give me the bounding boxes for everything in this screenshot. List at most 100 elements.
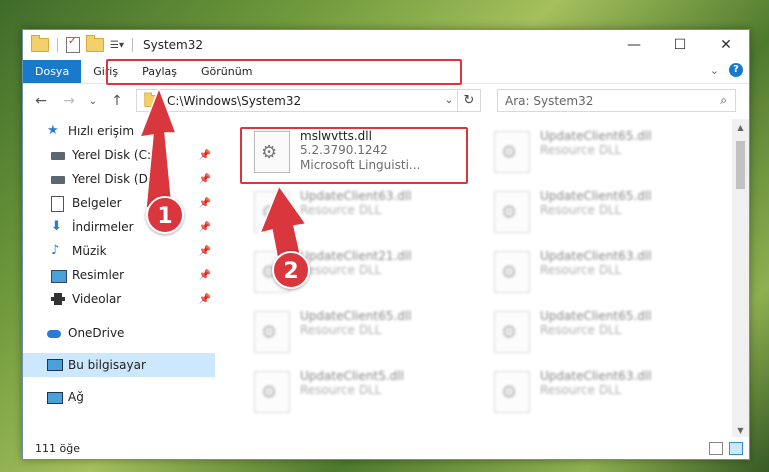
sidebar-item-this-pc[interactable]: Bu bilgisayar bbox=[23, 353, 215, 377]
file-item[interactable]: UpdateClient63.dllResource DLL bbox=[482, 367, 702, 425]
dll-file-icon bbox=[494, 191, 530, 233]
recent-locations-button[interactable]: ⌄ bbox=[83, 96, 103, 107]
vertical-scrollbar[interactable]: ▲ ▼ bbox=[732, 119, 749, 437]
dll-file-icon bbox=[254, 131, 290, 173]
documents-icon bbox=[51, 196, 65, 212]
file-type: Resource DLL bbox=[540, 143, 622, 157]
sidebar-item-label: Bu bilgisayar bbox=[68, 358, 146, 372]
sidebar-item-quick-access[interactable]: ★ Hızlı erişim bbox=[23, 119, 215, 143]
file-description: Microsoft Linguisti... bbox=[300, 158, 421, 172]
tab-view[interactable]: Görünüm bbox=[189, 60, 264, 83]
sidebar-item-documents[interactable]: Belgeler 📌 bbox=[23, 191, 215, 215]
dll-file-icon bbox=[494, 371, 530, 413]
pin-icon[interactable]: 📌 bbox=[199, 150, 211, 161]
file-item[interactable]: UpdateClient65.dllResource DLL bbox=[242, 307, 462, 365]
file-item[interactable]: UpdateClient63.dllResource DLL bbox=[482, 247, 702, 305]
file-item[interactable]: UpdateClient63.dllResource DLL bbox=[242, 187, 462, 245]
toolbar-divider bbox=[131, 38, 133, 52]
view-toggle bbox=[709, 442, 743, 455]
details-view-icon[interactable] bbox=[709, 442, 723, 455]
close-button[interactable]: ✕ bbox=[703, 30, 749, 60]
scroll-down-icon[interactable]: ▼ bbox=[732, 426, 749, 435]
file-item[interactable]: UpdateClient65.dllResource DLL bbox=[482, 187, 702, 245]
pin-icon[interactable]: 📌 bbox=[199, 246, 211, 257]
file-name: UpdateClient21.dll bbox=[300, 249, 412, 263]
sidebar-item-network[interactable]: Ağ bbox=[23, 385, 215, 409]
tab-file[interactable]: Dosya bbox=[23, 60, 82, 83]
file-version: 5.2.3790.1242 bbox=[300, 143, 388, 157]
sidebar-item-label: Yerel Disk (C:) bbox=[72, 148, 156, 162]
sidebar-item-label: Videolar bbox=[72, 292, 122, 306]
pin-icon[interactable]: 📌 bbox=[199, 198, 211, 209]
videos-icon bbox=[51, 292, 65, 306]
file-item[interactable]: UpdateClient65.dllResource DLL bbox=[482, 307, 702, 365]
minimize-button[interactable]: — bbox=[611, 30, 657, 60]
sidebar-item-music[interactable]: ♪ Müzik 📌 bbox=[23, 239, 215, 263]
ribbon-right: ⌄ ? bbox=[710, 63, 743, 77]
pin-icon[interactable]: 📌 bbox=[199, 294, 211, 305]
toolbar-divider bbox=[57, 38, 58, 52]
properties-icon[interactable] bbox=[66, 36, 80, 53]
help-icon[interactable]: ? bbox=[729, 63, 743, 77]
tab-home[interactable]: Giriş bbox=[81, 60, 130, 83]
up-button[interactable]: ↑ bbox=[107, 93, 127, 109]
sidebar-item-disk-c[interactable]: Yerel Disk (C:) 📌 bbox=[23, 143, 215, 167]
explorer-window: ☰▾ System32 — ☐ ✕ Dosya Giriş Paylaş Gör… bbox=[22, 29, 750, 460]
folder-icon bbox=[144, 92, 160, 107]
new-folder-icon[interactable] bbox=[86, 35, 104, 52]
maximize-button[interactable]: ☐ bbox=[657, 30, 703, 60]
file-name: UpdateClient65.dll bbox=[540, 189, 652, 203]
pin-icon[interactable]: 📌 bbox=[199, 270, 211, 281]
refresh-button[interactable]: ↻ bbox=[457, 90, 480, 111]
file-name: UpdateClient5.dll bbox=[300, 369, 404, 383]
sidebar-item-pictures[interactable]: Resimler 📌 bbox=[23, 263, 215, 287]
sidebar-item-label: OneDrive bbox=[68, 326, 125, 340]
sidebar-item-onedrive[interactable]: OneDrive bbox=[23, 321, 215, 345]
address-dropdown-icon[interactable]: ⌄ bbox=[441, 95, 457, 106]
sidebar-item-videos[interactable]: Videolar 📌 bbox=[23, 287, 215, 311]
sidebar-item-disk-d[interactable]: Yerel Disk (D:) 📌 bbox=[23, 167, 215, 191]
file-name: mslwvtts.dll bbox=[300, 129, 372, 143]
file-name: UpdateClient65.dll bbox=[540, 129, 652, 143]
pin-icon[interactable]: 📌 bbox=[199, 222, 211, 233]
item-count: 111 öğe bbox=[35, 441, 80, 455]
tiles-view-icon[interactable] bbox=[729, 442, 743, 455]
pin-icon[interactable]: 📌 bbox=[199, 174, 211, 185]
file-type: Resource DLL bbox=[540, 323, 622, 337]
search-icon[interactable]: ⌕ bbox=[720, 93, 727, 108]
file-type: Resource DLL bbox=[540, 383, 622, 397]
file-item-mslwvtts[interactable]: mslwvtts.dll 5.2.3790.1242 Microsoft Lin… bbox=[242, 127, 462, 185]
file-item[interactable]: UpdateClient5.dllResource DLL bbox=[242, 367, 462, 425]
search-input[interactable]: Ara: System32 bbox=[505, 94, 593, 108]
dll-file-icon bbox=[254, 311, 290, 353]
expand-ribbon-icon[interactable]: ⌄ bbox=[710, 64, 719, 77]
pictures-icon bbox=[51, 268, 67, 283]
address-path[interactable]: C:\Windows\System32 bbox=[167, 94, 441, 108]
file-item[interactable]: UpdateClient65.dllResource DLL bbox=[482, 127, 702, 185]
ribbon-tabs: Dosya Giriş Paylaş Görünüm ⌄ ? bbox=[23, 60, 749, 84]
back-button[interactable]: ← bbox=[31, 93, 51, 109]
scrollbar-thumb[interactable] bbox=[736, 141, 745, 189]
scroll-up-icon[interactable]: ▲ bbox=[732, 123, 749, 132]
quick-access-toolbar: ☰▾ bbox=[31, 35, 135, 53]
navigation-bar: ← → ⌄ ↑ C:\Windows\System32 ⌄ ↻ Ara: Sys… bbox=[23, 84, 749, 118]
search-box[interactable]: Ara: System32 ⌕ bbox=[497, 89, 736, 112]
tab-share[interactable]: Paylaş bbox=[130, 60, 189, 83]
file-name: UpdateClient63.dll bbox=[300, 189, 412, 203]
forward-button[interactable]: → bbox=[59, 93, 79, 109]
sidebar-item-label: Belgeler bbox=[72, 196, 122, 210]
file-type: Resource DLL bbox=[300, 263, 382, 277]
status-bar: 111 öğe bbox=[23, 437, 749, 459]
customize-toolbar-icon[interactable]: ☰▾ bbox=[110, 40, 124, 51]
file-name: UpdateClient63.dll bbox=[540, 249, 652, 263]
dll-file-icon bbox=[494, 311, 530, 353]
downloads-icon: ⬇ bbox=[51, 219, 62, 234]
dll-file-icon bbox=[254, 191, 290, 233]
file-type: Resource DLL bbox=[300, 203, 382, 217]
step-2-badge: 2 bbox=[272, 251, 310, 289]
sidebar-item-label: Ağ bbox=[68, 390, 84, 404]
address-bar[interactable]: C:\Windows\System32 ⌄ ↻ bbox=[136, 89, 481, 112]
folder-icon bbox=[31, 35, 49, 52]
sidebar-item-downloads[interactable]: ⬇ İndirmeler 📌 bbox=[23, 215, 215, 239]
